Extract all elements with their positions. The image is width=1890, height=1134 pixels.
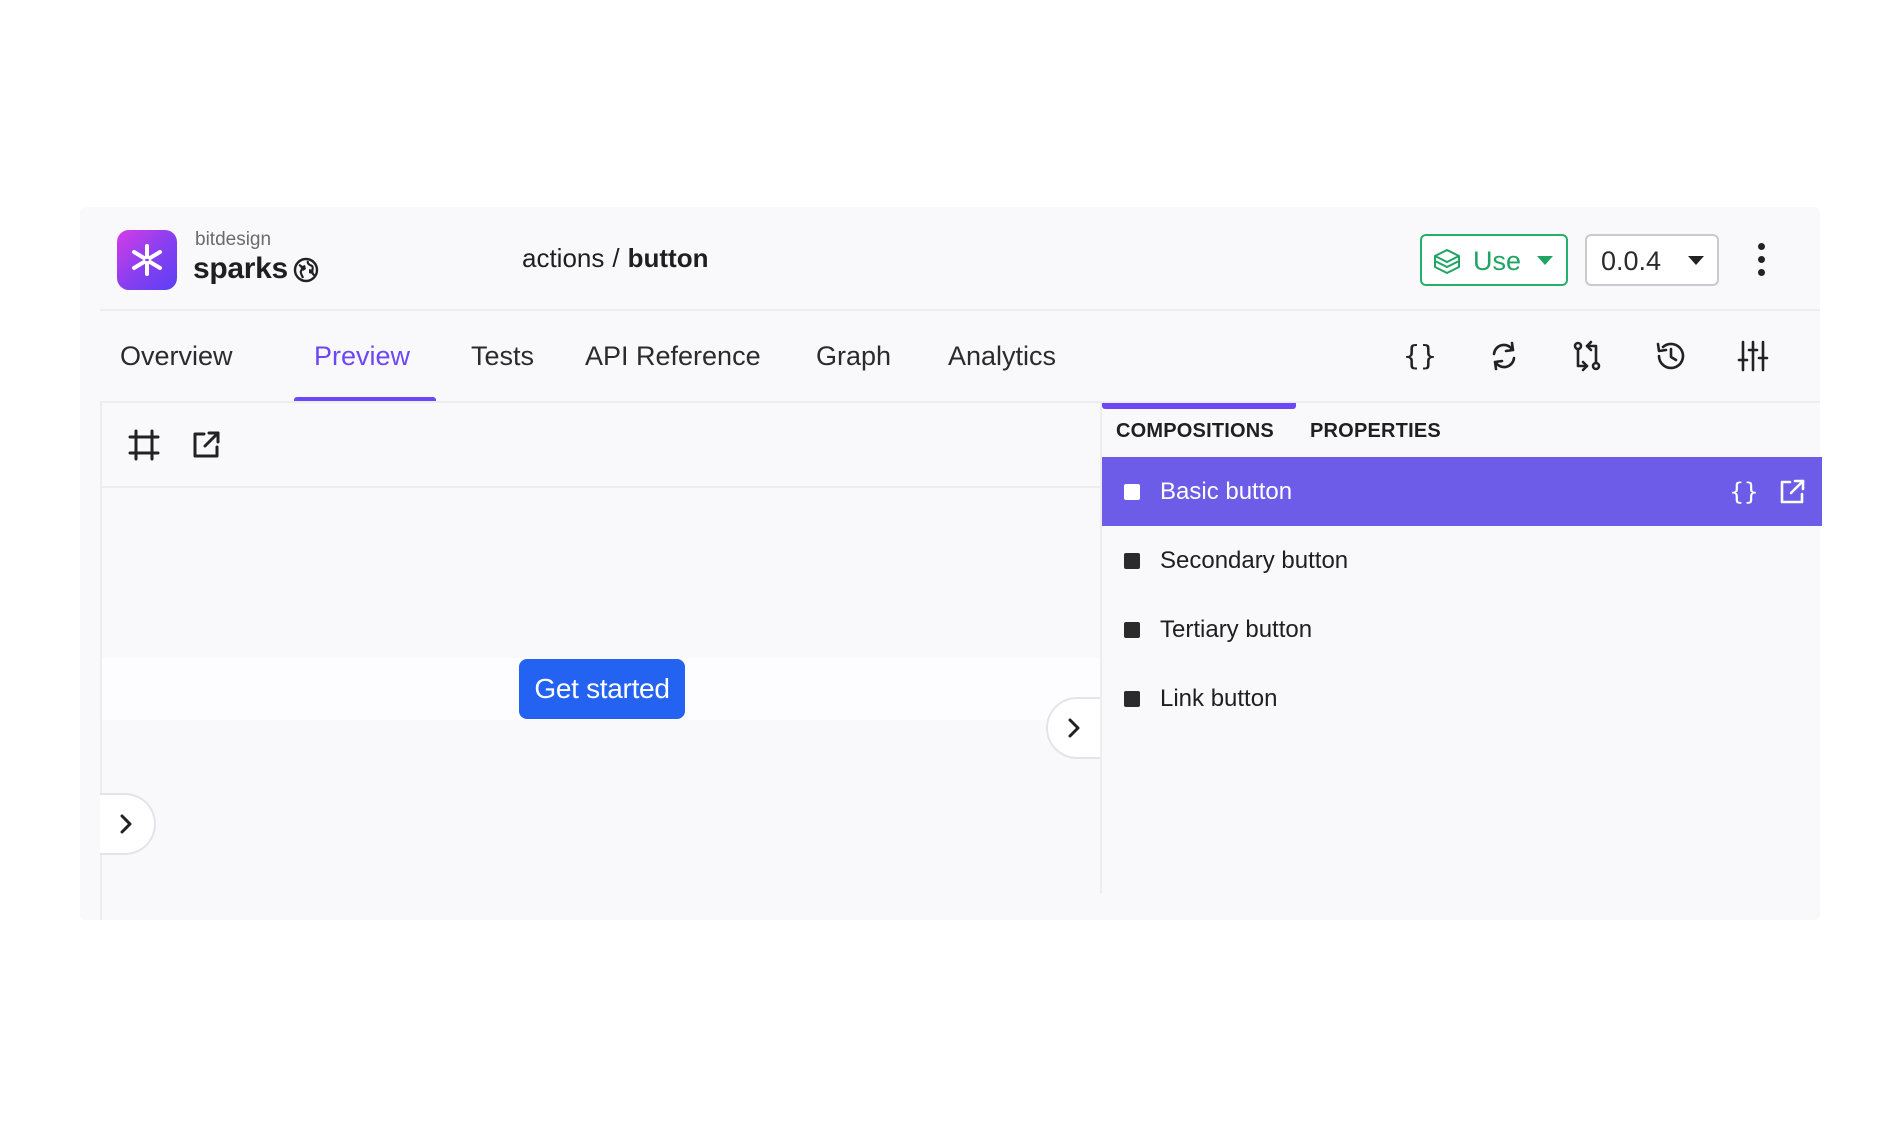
breadcrumb: actions / button: [522, 243, 708, 274]
open-external-icon[interactable]: [188, 427, 224, 463]
side-panel: COMPOSITIONS PROPERTIES Basic button {} …: [1100, 403, 1822, 893]
chevron-down-icon: [1688, 256, 1704, 265]
tab-properties[interactable]: PROPERTIES: [1310, 420, 1441, 443]
tab-graph[interactable]: Graph: [816, 341, 891, 372]
preview-pane: Get started: [100, 403, 1102, 920]
settings-sliders-icon[interactable]: [1733, 336, 1773, 376]
history-icon[interactable]: [1651, 336, 1691, 376]
header: bitdesign sparks actions / button Use 0.0.…: [80, 207, 1820, 309]
compositions-list: Basic button {} Secondary button Tertiar…: [1102, 457, 1822, 733]
composition-bullet-icon: [1124, 691, 1140, 707]
use-button[interactable]: Use: [1420, 234, 1568, 286]
tab-tests[interactable]: Tests: [471, 341, 534, 372]
tab-analytics[interactable]: Analytics: [948, 341, 1056, 372]
svg-text:{}: {}: [1730, 478, 1759, 506]
composition-item-link-button[interactable]: Link button: [1102, 664, 1822, 733]
component-page: bitdesign sparks actions / button Use 0.0.…: [80, 207, 1822, 920]
sparks-logo-icon[interactable]: [117, 230, 177, 290]
tab-preview[interactable]: Preview: [314, 341, 410, 372]
preview-toolbar: [102, 403, 1102, 488]
component-name[interactable]: sparks: [193, 252, 288, 286]
globe-icon: [293, 257, 319, 283]
side-panel-tabs: COMPOSITIONS PROPERTIES: [1102, 403, 1822, 457]
scope-name[interactable]: bitdesign: [195, 229, 271, 251]
code-icon[interactable]: {}: [1728, 476, 1760, 508]
chevron-down-icon: [1537, 256, 1553, 265]
composition-bullet-icon: [1124, 622, 1140, 638]
breadcrumb-namespace[interactable]: actions: [522, 243, 604, 273]
open-external-icon[interactable]: [1776, 476, 1808, 508]
composition-label: Link button: [1160, 685, 1278, 712]
composition-label: Tertiary button: [1160, 616, 1313, 643]
use-button-label: Use: [1473, 246, 1522, 276]
composition-item-tertiary-button[interactable]: Tertiary button: [1102, 595, 1822, 664]
tab-api-reference[interactable]: API Reference: [585, 341, 761, 372]
refresh-icon[interactable]: [1484, 336, 1524, 376]
get-started-button[interactable]: Get started: [519, 659, 685, 719]
compare-icon[interactable]: [1567, 336, 1607, 376]
composition-label: Basic button: [1160, 478, 1293, 505]
tab-compositions[interactable]: COMPOSITIONS: [1116, 420, 1274, 443]
active-side-tab-indicator: [1102, 403, 1296, 409]
frame-icon[interactable]: [126, 427, 162, 463]
svg-text:{}: {}: [1403, 339, 1437, 372]
collapse-side-panel-button[interactable]: [1046, 697, 1102, 759]
breadcrumb-separator: /: [612, 243, 620, 273]
chevron-right-icon: [1068, 718, 1080, 738]
main-tabs: Overview Preview Tests API Reference Gra…: [100, 311, 1820, 403]
composition-item-basic-button[interactable]: Basic button {}: [1102, 457, 1822, 526]
version-label: 0.0.4: [1601, 246, 1662, 276]
composition-item-secondary-button[interactable]: Secondary button: [1102, 526, 1822, 595]
package-icon: [1434, 249, 1460, 274]
chevron-right-icon: [120, 814, 132, 834]
tab-overview[interactable]: Overview: [120, 341, 233, 372]
composition-bullet-icon: [1124, 484, 1140, 500]
composition-bullet-icon: [1124, 553, 1140, 569]
version-select[interactable]: 0.0.4: [1585, 234, 1719, 286]
more-options-icon[interactable]: [1750, 241, 1774, 279]
composition-label: Secondary button: [1160, 547, 1349, 574]
code-icon[interactable]: {}: [1400, 336, 1440, 376]
expand-left-panel-button[interactable]: [100, 793, 156, 855]
breadcrumb-name: button: [627, 243, 709, 273]
